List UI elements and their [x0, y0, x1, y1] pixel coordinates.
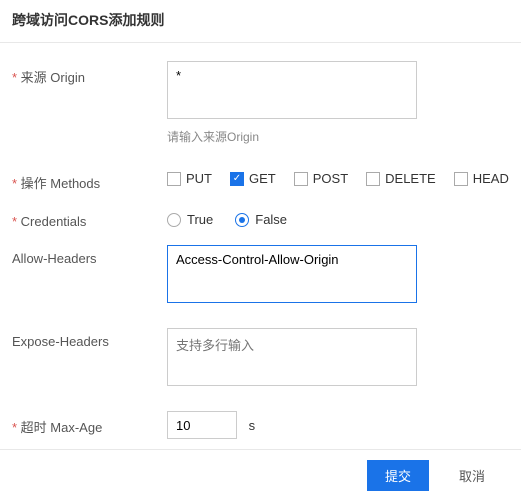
checkbox-label: PUT — [186, 171, 212, 186]
radio-true[interactable]: True — [167, 212, 213, 227]
checkbox-label: HEAD — [473, 171, 509, 186]
origin-input[interactable]: * — [167, 61, 417, 119]
cors-form: 来源 Origin * 请输入来源Origin 操作 Methods PUT ✓… — [0, 43, 521, 439]
checkbox-icon — [454, 172, 468, 186]
max-age-field: s — [167, 411, 509, 439]
max-age-row: 超时 Max-Age s — [12, 411, 509, 439]
expose-headers-input[interactable] — [167, 328, 417, 386]
credentials-row: Credentials True False — [12, 208, 509, 229]
dialog-footer: 提交 取消 — [0, 449, 521, 501]
max-age-input[interactable] — [167, 411, 237, 439]
expose-headers-field — [167, 328, 509, 389]
radio-icon — [235, 213, 249, 227]
origin-label: 来源 Origin — [12, 61, 167, 86]
checkbox-label: POST — [313, 171, 348, 186]
dialog-title: 跨域访问CORS添加规则 — [0, 0, 521, 43]
credentials-group: True False — [167, 208, 509, 227]
checkbox-label: DELETE — [385, 171, 436, 186]
radio-false[interactable]: False — [235, 212, 287, 227]
checkbox-get[interactable]: ✓ GET — [230, 171, 276, 186]
radio-icon — [167, 213, 181, 227]
checkbox-post[interactable]: POST — [294, 171, 348, 186]
methods-label: 操作 Methods — [12, 167, 167, 192]
methods-row: 操作 Methods PUT ✓ GET POST DELETE HEAD — [12, 167, 509, 192]
checkbox-put[interactable]: PUT — [167, 171, 212, 186]
checkbox-head[interactable]: HEAD — [454, 171, 509, 186]
max-age-label: 超时 Max-Age — [12, 411, 167, 436]
methods-group: PUT ✓ GET POST DELETE HEAD — [167, 167, 509, 186]
allow-headers-input[interactable]: Access-Control-Allow-Origin — [167, 245, 417, 303]
radio-label: True — [187, 212, 213, 227]
max-age-unit: s — [249, 418, 256, 433]
cancel-button[interactable]: 取消 — [441, 460, 503, 491]
checkbox-label: GET — [249, 171, 276, 186]
checkbox-icon: ✓ — [230, 172, 244, 186]
allow-headers-field: Access-Control-Allow-Origin — [167, 245, 509, 306]
expose-headers-label: Expose-Headers — [12, 328, 167, 349]
checkbox-icon — [167, 172, 181, 186]
origin-row: 来源 Origin * 请输入来源Origin — [12, 61, 509, 145]
checkbox-icon — [366, 172, 380, 186]
credentials-label: Credentials — [12, 208, 167, 229]
origin-field: * 请输入来源Origin — [167, 61, 509, 145]
radio-label: False — [255, 212, 287, 227]
allow-headers-row: Allow-Headers Access-Control-Allow-Origi… — [12, 245, 509, 306]
checkbox-icon — [294, 172, 308, 186]
allow-headers-label: Allow-Headers — [12, 245, 167, 266]
origin-hint: 请输入来源Origin — [167, 128, 509, 145]
checkbox-delete[interactable]: DELETE — [366, 171, 436, 186]
submit-button[interactable]: 提交 — [367, 460, 429, 491]
expose-headers-row: Expose-Headers — [12, 328, 509, 389]
